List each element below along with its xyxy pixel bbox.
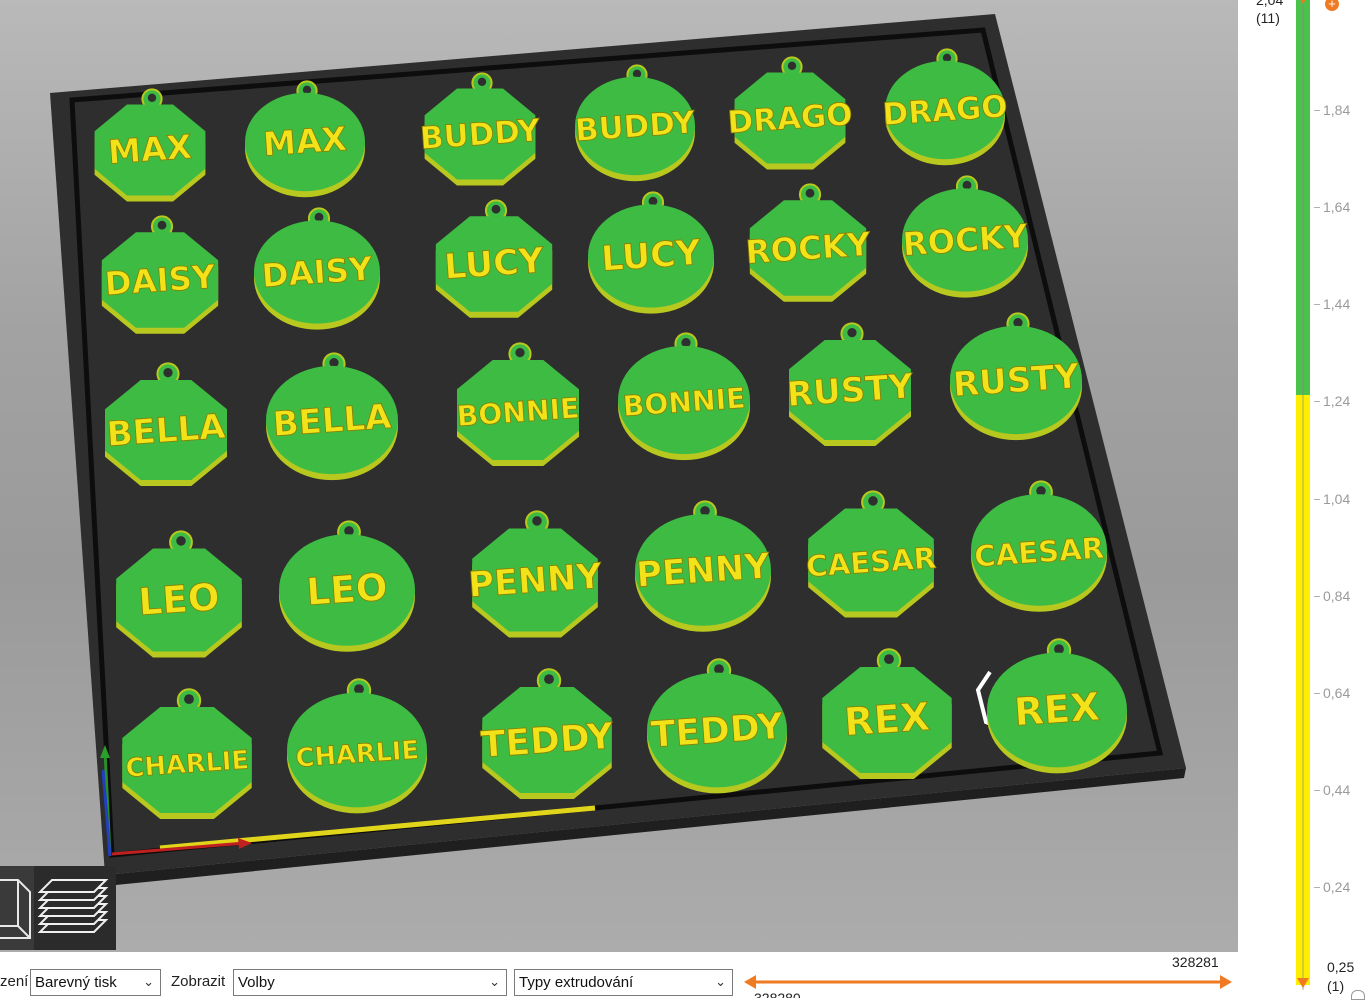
show-label: Zobrazit (171, 973, 226, 990)
slider-tick (1314, 790, 1320, 791)
tag-hole (1054, 644, 1064, 654)
slider-tick-label: 1,84 (1323, 102, 1351, 118)
tag-hole (884, 654, 894, 664)
tag-hole (1036, 486, 1046, 496)
tag-label: BELLA (271, 397, 393, 445)
add-color-change-icon[interactable]: + (1325, 0, 1339, 11)
tag-label: LEO (137, 574, 221, 624)
tag-label: LEO (305, 564, 389, 614)
tag-hole (532, 516, 542, 526)
tag-label: DAISY (260, 249, 374, 295)
tag-hole (714, 664, 724, 674)
slider-tick (1314, 207, 1320, 208)
tag-hole (344, 526, 354, 536)
bottom-layer-number: (1) (1327, 978, 1345, 994)
settings-cog-icon[interactable] (1351, 990, 1365, 1000)
tag-hole (1013, 317, 1023, 328)
slider-tick-label: 1,24 (1323, 393, 1351, 409)
top-layer-height: 2,04 (1256, 0, 1284, 8)
slider-tick-label: 1,04 (1323, 491, 1351, 507)
tag-hole (329, 357, 339, 368)
tag-hole (147, 93, 157, 103)
tag-label: REX (843, 695, 932, 746)
right-thumb-icon (1220, 975, 1232, 989)
tag-hole (544, 674, 554, 684)
tag-hole (632, 69, 642, 79)
layer-slider-rail (1302, 0, 1304, 990)
bottom-thumb-icon[interactable] (1297, 978, 1309, 988)
slider-tick (1314, 499, 1320, 500)
tag-hole (700, 506, 710, 516)
show-options-select[interactable]: Volby ⌄ (233, 969, 507, 996)
cube-3d-icon (0, 879, 31, 939)
horizontal-slider[interactable] (742, 970, 1238, 998)
tag-hole (354, 684, 364, 694)
tag-hole (176, 536, 186, 546)
tag-hole (805, 188, 815, 198)
tag-hole (847, 327, 857, 338)
tag-hole (302, 85, 312, 95)
slider-tick-label: 0,64 (1323, 685, 1351, 701)
bottom-toolbar: zení Barevný tisk ⌄ Zobrazit Volby ⌄ Typ… (0, 952, 1238, 998)
tag-label: LUCY (443, 241, 546, 288)
tag-hole (962, 180, 972, 190)
tag-label: DAISY (103, 257, 217, 303)
slider-tick (1314, 887, 1320, 888)
tag-hole (648, 196, 658, 206)
tag-hole (157, 220, 167, 230)
slider-tick-label: 0,24 (1323, 879, 1351, 895)
chevron-down-icon: ⌄ (143, 974, 154, 989)
slider-tick-label: 1,44 (1323, 296, 1351, 312)
tag-hole (163, 367, 173, 378)
tag-hole (787, 61, 797, 70)
tag-hole (184, 694, 194, 704)
view-type-select[interactable]: Barevný tisk ⌄ (30, 969, 161, 996)
slider-tick-label: 0,84 (1323, 588, 1351, 604)
slider-tick-label: 1,64 (1323, 199, 1351, 215)
top-layer-number: (11) (1256, 10, 1280, 26)
tag-hole (942, 53, 952, 62)
tag-hole (491, 204, 501, 214)
slider-tick (1314, 401, 1320, 402)
slider-tick-label: 0,44 (1323, 782, 1351, 798)
slider-tick (1314, 596, 1320, 597)
layer-slider-panel: 2,04 (11) + 1,84 1,64 1,44 1,24 1,04 0,84 0,64… (1238, 0, 1371, 1000)
slider-tick (1314, 693, 1320, 694)
view-mode-buttons (0, 866, 116, 950)
tag-hole (868, 496, 878, 506)
top-thumb-icon[interactable] (1297, 0, 1309, 4)
feature-types-select[interactable]: Typy extrudování ⌄ (514, 969, 733, 996)
layers-icon (37, 879, 109, 933)
tag-label: MAX (107, 127, 193, 172)
chevron-down-icon: ⌄ (715, 974, 726, 989)
show-options-value: Volby (238, 974, 275, 991)
left-thumb-icon (744, 975, 756, 989)
tag-hole (477, 77, 487, 87)
3d-preview-viewport[interactable]: MAX MAX BUDDY BUDDY DRAGO DRAGO DAISY DAISY LUCY… (0, 0, 1238, 952)
view-type-label: zení (0, 973, 29, 990)
tag-label: REX (1013, 685, 1102, 736)
chevron-down-icon: ⌄ (489, 974, 500, 989)
view-3d-button[interactable] (0, 866, 34, 950)
print-bed-scene[interactable]: MAX MAX BUDDY BUDDY DRAGO DRAGODAISY DAISY LUCY… (0, 0, 1238, 952)
view-type-value: Barevný tisk (35, 974, 117, 991)
tag-label: MAX (262, 119, 348, 164)
bottom-layer-height: 0,25 (1327, 959, 1355, 975)
view-layers-button[interactable] (34, 866, 116, 950)
tag-label: LUCY (600, 233, 703, 280)
tag-hole (681, 337, 691, 348)
slider-tick (1314, 110, 1320, 111)
tag-hole (515, 347, 525, 358)
move-count-start: 328280 (754, 990, 801, 998)
move-count-end: 328281 (1172, 954, 1219, 970)
tag-hole (314, 212, 324, 222)
feature-types-value: Typy extrudování (519, 974, 634, 991)
tag-label: BELLA (105, 407, 227, 455)
slider-tick (1314, 304, 1320, 305)
